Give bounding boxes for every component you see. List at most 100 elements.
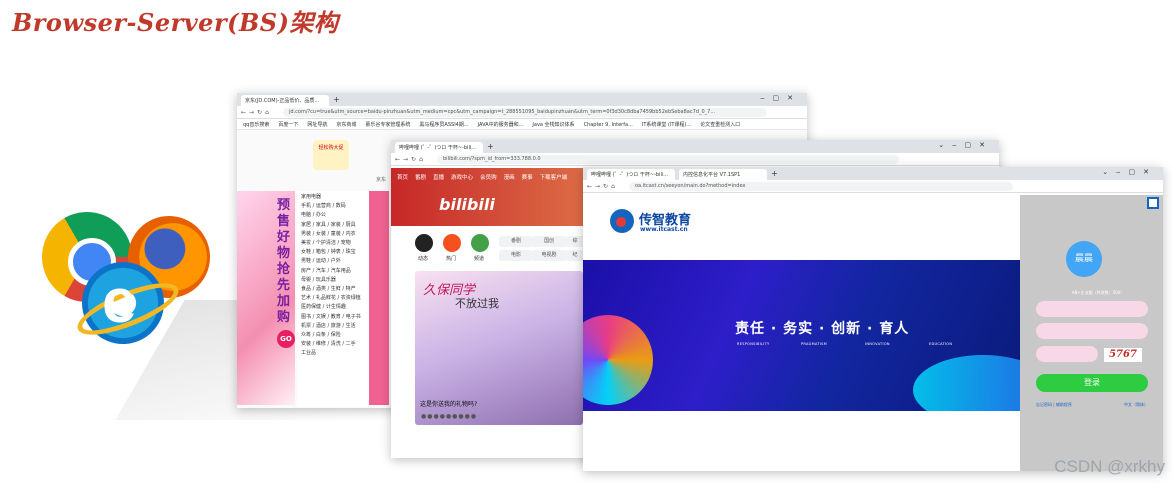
slogan: 责任 · 务实 · 创新 · 育人 <box>735 321 910 337</box>
tab-bar: 京东(JD.COM)-正品低价、品质... + ‒▢✕ <box>237 93 807 106</box>
bilibili-nav: 首页 番剧 直播 游戏中心 会员购 漫画 赛事 下载客户端 <box>397 173 574 181</box>
jd-menu-item[interactable]: 手机 / 运营商 / 数码 <box>301 202 365 211</box>
jd-menu-item[interactable]: 母婴 / 玩具乐器 <box>301 276 365 285</box>
bookmark-item[interactable]: Chapter 9. Interfa... <box>584 122 633 128</box>
itcast-logo-icon <box>610 209 634 233</box>
bilibili-nav-item[interactable]: 首页 <box>397 175 408 181</box>
captcha-image[interactable]: 5767 <box>1104 348 1142 362</box>
login-links: 忘记密码 | 辅助程序 中文（简体） <box>1036 402 1148 408</box>
nav-buttons-icon[interactable]: ←→↻⌂ <box>395 156 426 163</box>
password-field[interactable] <box>1036 323 1148 339</box>
jd-menu-item[interactable]: 男装 / 女装 / 童装 / 内衣 <box>301 230 365 239</box>
bilibili-logo[interactable]: bilibili <box>439 195 495 214</box>
jd-menu-item[interactable]: 工业品 <box>301 349 365 358</box>
bilibili-nav-item[interactable]: 下载客户端 <box>540 175 568 181</box>
bookmark-item[interactable]: 论文查重检测入口 <box>700 122 740 128</box>
captcha-field[interactable] <box>1036 346 1098 362</box>
bookmark-item[interactable]: Java 全栈知识体系 <box>532 122 574 128</box>
bilibili-feature-card[interactable]: 久保同学 不放过我 这是你送我的礼物吗? ●●●●●●●●● <box>415 271 583 425</box>
carousel-dots[interactable]: ●●●●●●●●● <box>421 413 477 420</box>
ie-logo-icon <box>82 262 164 344</box>
page-title: Browser-Server(BS)架构 <box>12 8 339 37</box>
bookmark-item[interactable]: 网址导航 <box>307 122 327 128</box>
new-tab-icon[interactable]: + <box>771 169 778 178</box>
window-controls[interactable]: ‒▢✕ <box>760 94 801 102</box>
jd-menu-item[interactable]: 医药保健 / 计生情趣 <box>301 303 365 312</box>
jd-menu-item[interactable]: 食品 / 酒类 / 生鲜 / 特产 <box>301 285 365 294</box>
edition-note: A8+企业版（并发数：500） <box>1072 290 1125 295</box>
nav-buttons-icon[interactable]: ←→↻⌂ <box>587 183 618 190</box>
slogan-en-item: PRAGMATISM <box>801 342 827 346</box>
tab-jd[interactable]: 京东(JD.COM)-正品低价、品质... <box>241 95 329 106</box>
bookmark-item[interactable]: qq音乐搜索 <box>243 122 269 128</box>
card-subtitle: 不放过我 <box>455 297 499 310</box>
channel-icon[interactable] <box>471 234 489 252</box>
jd-menu-item[interactable]: 女鞋 / 箱包 / 钟表 / 珠宝 <box>301 248 365 257</box>
tab-bilibili[interactable]: 哔哩哔哩 (゜-゜)つロ 干杯~-bili... <box>395 142 483 153</box>
url-field[interactable]: jd.com/?cu=true&utm_source=baidu-pinzhua… <box>283 108 767 117</box>
chip[interactable]: 电影 <box>499 250 533 261</box>
dynamic-icon[interactable] <box>415 234 433 252</box>
tab-bar: 哔哩哔哩 (゜-゜)つロ 干杯~-bili... 内控信息化平台 V7.1SP1… <box>583 167 1163 180</box>
bilibili-nav-item[interactable]: 番剧 <box>415 175 426 181</box>
jd-menu-item[interactable]: 安装 / 维修 / 清洗 / 二手 <box>301 340 365 349</box>
hero-banner: 责任 · 务实 · 创新 · 育人 RESPONSIBILITY PRAGMATI… <box>583 260 1020 411</box>
jd-menu-item[interactable]: 众筹 / 白条 / 保险 <box>301 331 365 340</box>
bilibili-nav-item[interactable]: 漫画 <box>504 175 515 181</box>
bookmark-item[interactable]: 慕乐谷专家管理系统 <box>365 122 410 128</box>
icon-label-hot: 热门 <box>446 256 457 262</box>
jd-menu-item[interactable]: 电脑 / 办公 <box>301 211 365 220</box>
decor-blob <box>913 355 1020 411</box>
bookmark-item[interactable]: 百度一下 <box>278 122 298 128</box>
browser-window-itcast: 哔哩哔哩 (゜-゜)つロ 干杯~-bili... 内控信息化平台 V7.1SP1… <box>583 167 1163 471</box>
bookmark-item[interactable]: 黑马程序员ASSI4期... <box>419 122 468 128</box>
username-field[interactable] <box>1036 301 1148 317</box>
tab-bar: 哔哩哔哩 (゜-゜)つロ 干杯~-bili... + ⌄‒▢✕ <box>391 140 999 153</box>
jd-menu-item[interactable]: 艺术 / 礼品鲜花 / 农资绿植 <box>301 294 365 303</box>
jd-menu-item[interactable]: 图书 / 文娱 / 教育 / 电子书 <box>301 313 365 322</box>
jd-menu-item[interactable]: 家用电器 <box>301 193 365 202</box>
chip[interactable]: 电视剧 <box>532 250 566 261</box>
slogan-en-item: EDUCATION <box>929 342 953 346</box>
window-controls[interactable]: ⌄‒▢✕ <box>938 141 993 149</box>
bookmark-item[interactable]: 京东商城 <box>336 122 356 128</box>
url-field[interactable]: oa.itcast.cn/seeyon/main.do?method=index <box>629 182 1013 191</box>
chip[interactable]: 番剧 <box>499 236 533 247</box>
qr-code-icon[interactable] <box>1147 197 1159 209</box>
chip[interactable]: 纪 <box>565 250 585 261</box>
bookmark-item[interactable]: JAVA中的服务器和... <box>478 122 524 128</box>
jd-category-menu: 家用电器 手机 / 运营商 / 数码 电脑 / 办公 家居 / 家具 / 家装 / 厨… <box>297 191 369 407</box>
bookmark-item[interactable]: IT系统课堂 (IT课程)... <box>642 122 691 128</box>
bilibili-nav-item[interactable]: 游戏中心 <box>451 175 473 181</box>
itcast-page: 传智教育 www.itcast.cn 责任 · 务实 · 创新 · 育人 RES… <box>583 195 1163 471</box>
url-field[interactable]: bilibili.com/?spm_id_from=333.788.0.0 <box>437 155 899 164</box>
forgot-password-link[interactable]: 忘记密码 | 辅助程序 <box>1036 402 1072 407</box>
jd-menu-item[interactable]: 美妆 / 个护清洁 / 宠物 <box>301 239 365 248</box>
language-link[interactable]: 中文（简体） <box>1124 402 1148 408</box>
hot-icon[interactable] <box>443 234 461 252</box>
jd-menu-item[interactable]: 男鞋 / 运动 / 户外 <box>301 257 365 266</box>
tab-bilibili[interactable]: 哔哩哔哩 (゜-゜)つロ 干杯~-bili... <box>587 169 675 180</box>
bilibili-nav-item[interactable]: 直播 <box>433 175 444 181</box>
jd-right-banner[interactable] <box>369 191 389 405</box>
new-tab-icon[interactable]: + <box>333 95 340 104</box>
chip[interactable]: 综 <box>565 236 585 247</box>
card-caption: 这是你送我的礼物吗? <box>420 401 478 408</box>
bilibili-nav-item[interactable]: 赛事 <box>522 175 533 181</box>
jd-menu-item[interactable]: 房产 / 汽车 / 汽车用品 <box>301 267 365 276</box>
bookmarks-bar: qq音乐搜索 百度一下 网址导航 京东商城 慕乐谷专家管理系统 黑马程序员ASSI4期..… <box>237 119 807 130</box>
bilibili-nav-item[interactable]: 会员购 <box>480 175 497 181</box>
jd-logo[interactable]: 轻松购大促 <box>313 140 349 170</box>
chip[interactable]: 国创 <box>532 236 566 247</box>
jd-city[interactable]: 京东 <box>376 176 386 183</box>
icon-label-channel: 频道 <box>474 256 485 262</box>
nav-buttons-icon[interactable]: ←→↻⌂ <box>241 109 272 116</box>
jd-menu-item[interactable]: 家居 / 家具 / 家装 / 厨具 <box>301 221 365 230</box>
new-tab-icon[interactable]: + <box>487 142 494 151</box>
slogan-en: RESPONSIBILITY PRAGMATISM INNOVATION EDUCAT… <box>737 342 993 346</box>
jd-menu-item[interactable]: 机票 / 酒店 / 旅游 / 生活 <box>301 322 365 331</box>
window-controls[interactable]: ⌄‒▢✕ <box>1102 168 1157 176</box>
tab-oa[interactable]: 内控信息化平台 V7.1SP1 <box>679 169 767 180</box>
login-button[interactable]: 登录 <box>1036 374 1148 392</box>
jd-go-badge[interactable]: GO <box>277 330 295 348</box>
